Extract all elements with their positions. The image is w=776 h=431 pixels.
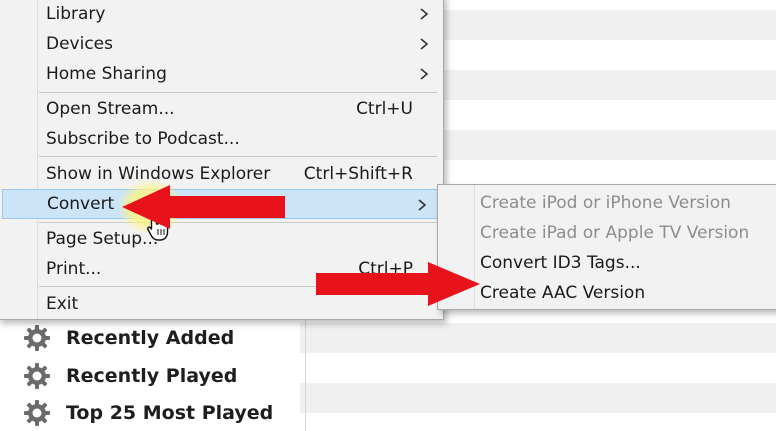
chevron-right-icon: [420, 68, 429, 80]
menu-item-label: Exit: [46, 294, 79, 314]
sidebar-item-top-25-most-played[interactable]: Top 25 Most Played: [22, 395, 273, 431]
sidebar-item-recently-added[interactable]: Recently Added: [22, 320, 234, 356]
menu-item-label: Library: [46, 4, 106, 24]
menu-item-label: Print...: [46, 259, 102, 279]
sidebar-item-label: Top 25 Most Played: [66, 402, 274, 424]
menu-item-label: Subscribe to Podcast...: [46, 129, 240, 149]
menu-item-shortcut: Ctrl+U: [356, 99, 413, 119]
chevron-right-icon: [418, 199, 427, 211]
menu-item-library[interactable]: Library: [1, 0, 441, 29]
gear-icon: [24, 325, 50, 351]
menu-item-label: Convert: [47, 194, 115, 214]
menu-item-label: Open Stream...: [46, 99, 175, 119]
chevron-right-icon: [420, 38, 429, 50]
menu-separator: [39, 92, 437, 93]
menu-item-shortcut: Ctrl+Shift+R: [303, 164, 413, 184]
gear-icon: [24, 400, 50, 426]
list-row-stripe: [300, 383, 776, 413]
submenu-item-create-ipad-appletv-version: Create iPad or Apple TV Version: [480, 223, 750, 243]
sidebar-item-label: Recently Added: [66, 327, 235, 349]
list-row-stripe: [300, 323, 776, 353]
menu-item-label: Home Sharing: [46, 64, 167, 84]
convert-submenu: Create iPod or iPhone Version Create iPa…: [437, 184, 776, 310]
menu-item-label: Devices: [46, 34, 113, 54]
menu-item-open-stream[interactable]: Open Stream... Ctrl+U: [1, 94, 441, 124]
annotation-arrow-convert: [122, 185, 285, 229]
menu-separator: [39, 156, 437, 157]
menu-item-subscribe-to-podcast[interactable]: Subscribe to Podcast...: [1, 124, 441, 154]
gear-icon: [24, 363, 50, 389]
submenu-item-create-ipod-iphone-version: Create iPod or iPhone Version: [480, 193, 731, 213]
chevron-right-icon: [420, 8, 429, 20]
sidebar-item-recently-played[interactable]: Recently Played: [22, 358, 237, 394]
sidebar-item-label: Recently Played: [66, 365, 238, 387]
menu-item-home-sharing[interactable]: Home Sharing: [1, 59, 441, 89]
submenu-item-convert-id3-tags[interactable]: Convert ID3 Tags...: [480, 248, 641, 278]
annotation-arrow-create-aac: [316, 262, 480, 306]
sidebar-divider: [305, 318, 306, 431]
submenu-item-create-aac-version[interactable]: Create AAC Version: [480, 278, 645, 308]
menu-item-devices[interactable]: Devices: [1, 29, 441, 59]
